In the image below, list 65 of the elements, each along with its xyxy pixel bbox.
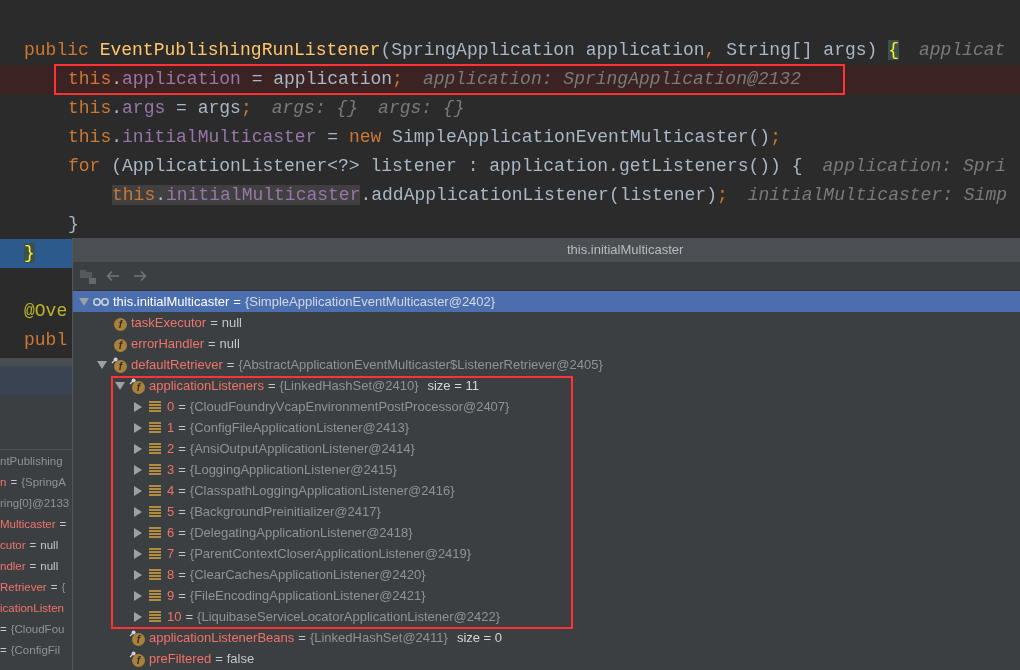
- caret-right-icon[interactable]: [134, 464, 142, 475]
- code-line: this.initialMulticaster = new SimpleApplicationEventMulticaster();: [68, 126, 781, 149]
- field-icon: f: [111, 356, 127, 373]
- forward-arrow-icon[interactable]: [133, 270, 147, 282]
- caret-down-icon[interactable]: [97, 360, 107, 369]
- list-icon: [149, 590, 161, 601]
- code-line: public EventPublishingRunListener(SpringApplication application, String[] args) {: [24, 39, 899, 62]
- tree-row[interactable]: 9 = {FileEncodingApplicationListener@2421}: [73, 585, 1020, 606]
- tree-row[interactable]: f applicationListeners = {LinkedHashSet@2410} size = 11: [73, 375, 1020, 396]
- list-icon: [149, 422, 161, 433]
- tree-row[interactable]: f taskExecutor = null: [73, 312, 1020, 333]
- inline-value-hint: application: Spri: [822, 155, 1007, 178]
- back-arrow-icon[interactable]: [106, 270, 120, 282]
- glasses-icon: [93, 297, 109, 306]
- inline-value-hint: initialMulticaster: Simp: [747, 184, 1007, 207]
- tree-row[interactable]: 4 = {ClasspathLoggingApplicationListener@2416}: [73, 480, 1020, 501]
- list-icon: [149, 611, 161, 622]
- tree-row[interactable]: f errorHandler = null: [73, 333, 1020, 354]
- field-icon: f: [129, 377, 145, 394]
- inline-value-hint: applicat: [919, 39, 1006, 62]
- list-icon: [149, 506, 161, 517]
- tree-row[interactable]: 10 = {LiquibaseServiceLocatorApplicationListener@2422}: [73, 606, 1020, 627]
- tree-row[interactable]: f preFiltered = false: [73, 648, 1020, 669]
- code-line: publ: [24, 329, 68, 352]
- list-icon: [149, 569, 161, 580]
- caret-down-icon[interactable]: [115, 381, 125, 390]
- tree-row[interactable]: 1 = {ConfigFileApplicationListener@2413}: [73, 417, 1020, 438]
- tree-row[interactable]: 6 = {DelegatingApplicationListener@2418}: [73, 522, 1020, 543]
- tree-row[interactable]: 0 = {CloudFoundryVcapEnvironmentPostProcessor@2407}: [73, 396, 1020, 417]
- caret-right-icon[interactable]: [134, 611, 142, 622]
- tree-row[interactable]: 7 = {ParentContextCloserApplicationListener@2419}: [73, 543, 1020, 564]
- code-line: }: [68, 213, 79, 236]
- caret-right-icon[interactable]: [134, 485, 142, 496]
- caret-right-icon[interactable]: [134, 590, 142, 601]
- code-line: this.initialMulticaster.addApplicationListener(listener);: [112, 184, 728, 207]
- popup-title: this.initialMulticaster: [567, 241, 684, 260]
- list-icon: [149, 548, 161, 559]
- list-icon: [149, 464, 161, 475]
- list-icon: [149, 443, 161, 454]
- code-line: this.application = application;: [68, 68, 403, 91]
- list-icon: [149, 401, 161, 412]
- list-icon: [149, 485, 161, 496]
- tree-row[interactable]: f defaultRetriever = {AbstractApplicationEventMulticaster$ListenerRetriever@2405}: [73, 354, 1020, 375]
- list-icon: [149, 527, 161, 538]
- field-icon: f: [129, 629, 145, 646]
- inline-value-hint: args: {}: [271, 97, 359, 120]
- caret-right-icon[interactable]: [134, 548, 142, 559]
- code-line: for (ApplicationListener<?> listener : application.getListeners()) {: [68, 155, 803, 178]
- field-icon: f: [129, 650, 145, 667]
- inline-value-hint: application: SpringApplication@2132: [422, 68, 801, 91]
- tree-row[interactable]: 8 = {ClearCachesApplicationListener@2420}: [73, 564, 1020, 585]
- code-line: this.args = args;: [68, 97, 252, 120]
- caret-right-icon[interactable]: [134, 443, 142, 454]
- caret-right-icon[interactable]: [134, 506, 142, 517]
- caret-right-icon[interactable]: [134, 569, 142, 580]
- tree-row[interactable]: 3 = {LoggingApplicationListener@2415}: [73, 459, 1020, 480]
- caret-right-icon[interactable]: [134, 401, 142, 412]
- inline-value-hint: args: {}: [378, 97, 465, 120]
- tree-row[interactable]: this.initialMulticaster = {SimpleApplicationEventMulticaster@2402}: [73, 291, 1020, 312]
- tree-row[interactable]: 5 = {BackgroundPreinitializer@2417}: [73, 501, 1020, 522]
- caret-right-icon[interactable]: [134, 422, 142, 433]
- tree-row[interactable]: f applicationListenerBeans = {LinkedHashSet@2411} size = 0: [73, 627, 1020, 648]
- code-line: @Ove: [24, 300, 68, 323]
- tree-row[interactable]: 2 = {AnsiOutputApplicationListener@2414}: [73, 438, 1020, 459]
- caret-right-icon[interactable]: [134, 527, 142, 538]
